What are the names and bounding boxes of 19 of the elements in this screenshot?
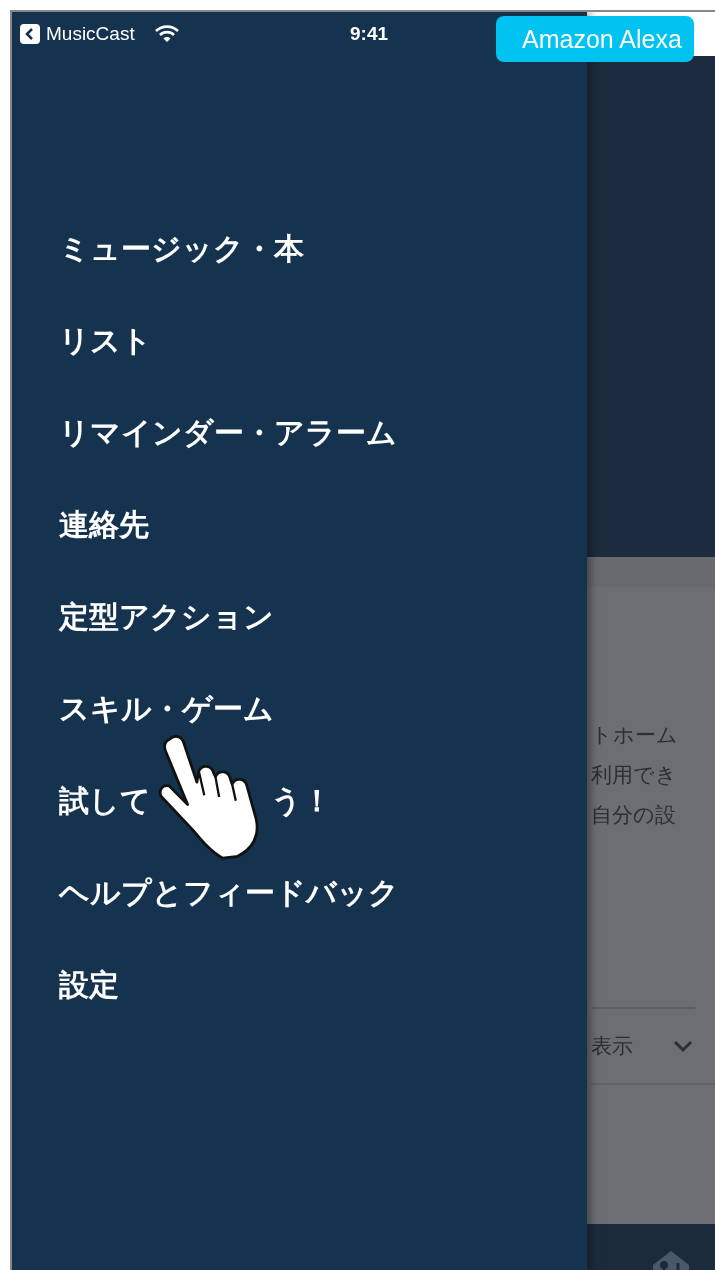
menu-item[interactable]: リマインダー・アラーム [59, 411, 397, 455]
back-icon[interactable] [20, 24, 40, 44]
status-time: 9:41 [350, 23, 390, 45]
menu-item[interactable]: 連絡先 [59, 503, 149, 547]
wifi-icon [154, 25, 179, 43]
pointing-hand-icon [156, 734, 260, 860]
menu-item[interactable]: ヘルプとフィードバック [59, 871, 399, 915]
menu-item[interactable]: ミュージック・本 [59, 227, 304, 271]
menu-item[interactable]: リスト [59, 319, 152, 363]
menu-item[interactable]: 定型アクション [59, 595, 274, 639]
chevron-down-icon[interactable] [673, 1039, 693, 1053]
menu-item[interactable]: う！ [271, 779, 332, 823]
body-text: 利用でき [591, 763, 677, 787]
menu-item[interactable]: 試して [59, 779, 151, 823]
menu-item[interactable]: スキル・ゲーム [59, 687, 274, 731]
back-app-label[interactable]: MusicCast [46, 23, 135, 45]
menu-item[interactable]: 設定 [59, 963, 119, 1007]
body-text: トホーム [591, 723, 678, 747]
body-text: 自分の設 [591, 803, 676, 827]
